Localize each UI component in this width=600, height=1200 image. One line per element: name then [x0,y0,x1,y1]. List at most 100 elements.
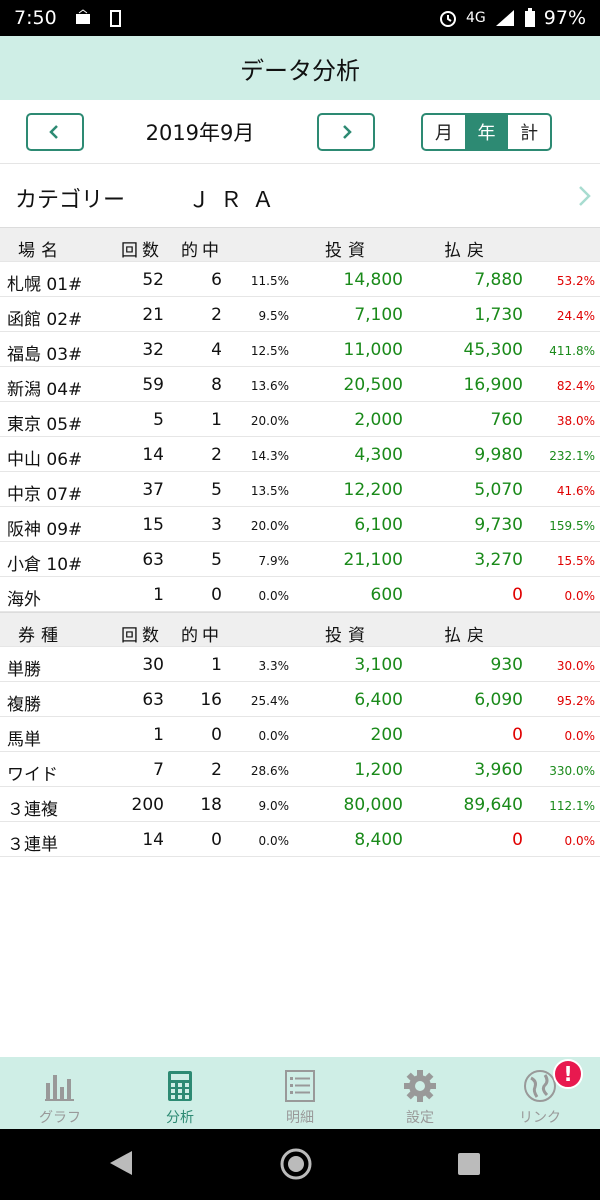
venue-row: 小倉 10# 63 5 7.9% 21,100 3,270 15.5% [0,542,600,577]
month-navigation: 2019年9月 月 年 計 [0,100,600,164]
row-investment: 11,000 [343,340,403,360]
row-hit: 5 [211,480,222,500]
row-investment: 8,400 [354,830,403,850]
row-hit-rate: 0.0% [258,589,290,603]
row-hit-rate: 20.0% [250,519,289,533]
recents-icon[interactable] [457,1152,481,1176]
row-hit: 2 [211,445,222,465]
row-hit: 16 [200,690,222,710]
row-count: 21 [142,305,164,325]
row-return-rate: 15.5% [556,554,595,568]
row-count: 7 [153,760,164,780]
current-month: 2019年9月 [145,121,255,145]
row-hit: 3 [211,515,222,535]
row-count: 32 [142,340,164,360]
venue-row: 中山 06# 14 2 14.3% 4,300 9,980 232.1% [0,437,600,472]
period-total-option[interactable]: 計 [508,115,550,149]
ticket-type-row: 複勝 63 16 25.4% 6,400 6,090 95.2% [0,682,600,717]
row-return: 45,300 [463,340,523,360]
chevron-left-icon [49,125,58,139]
venue-row: 函館 02# 21 2 9.5% 7,100 1,730 24.4% [0,297,600,332]
row-hit-rate: 28.6% [250,764,289,778]
row-name: 単勝 [7,660,41,680]
period-month-option[interactable]: 月 [423,115,465,149]
row-hit-rate: 25.4% [250,694,289,708]
tab-analysis[interactable]: 分析 [120,1057,240,1129]
row-return-rate: 53.2% [556,274,595,288]
header-hit: 的中 [181,626,223,646]
row-hit-rate: 3.3% [258,659,290,673]
row-count: 1 [153,725,164,745]
globe-icon [524,1070,556,1102]
back-icon[interactable] [108,1149,134,1177]
tab-label: 設定 [406,1110,434,1126]
row-name: ３連複 [7,800,58,820]
row-investment: 600 [370,585,403,605]
notification-badge: ! [553,1059,583,1089]
row-name: 中京 07# [7,485,83,505]
row-investment: 20,500 [343,375,403,395]
row-return: 7,880 [474,270,523,290]
venue-row: 東京 05# 5 1 20.0% 2,000 760 38.0% [0,402,600,437]
row-count: 63 [142,550,164,570]
row-return: 89,640 [463,795,523,815]
row-return-rate: 0.0% [564,729,596,743]
row-investment: 200 [370,725,403,745]
row-return-rate: 411.8% [549,344,595,358]
row-hit: 0 [211,725,222,745]
row-name: 札幌 01# [7,275,83,295]
gear-icon [404,1070,436,1102]
tab-graph[interactable]: グラフ [0,1057,120,1129]
row-return: 0 [512,585,523,605]
row-investment: 2,000 [354,410,403,430]
tab-label: リンク [519,1110,561,1126]
header-count: 回数 [121,626,163,646]
network-type: 4G [466,10,486,26]
row-name: 新潟 04# [7,380,83,400]
home-icon[interactable] [279,1147,313,1181]
venue-row: 阪神 09# 15 3 20.0% 6,100 9,730 159.5% [0,507,600,542]
period-year-option[interactable]: 年 [464,115,509,149]
tab-label: グラフ [39,1110,81,1126]
next-month-button[interactable] [317,113,375,151]
row-hit-rate: 13.5% [250,484,289,498]
row-hit-rate: 14.3% [250,449,289,463]
row-hit-rate: 0.0% [258,834,290,848]
ticket-type-table: 券種 回数 的中 投資 払戻 単勝 30 1 3.3% 3,100 930 30.0% 複勝 6… [0,612,600,857]
ticket-type-row: 馬単 1 0 0.0% 200 0 0.0% [0,717,600,752]
row-return: 16,900 [463,375,523,395]
row-name: 馬単 [7,730,41,750]
tab-links[interactable]: リンク ! [480,1057,600,1129]
row-hit: 4 [211,340,222,360]
calculator-icon [168,1071,192,1101]
row-investment: 7,100 [354,305,403,325]
row-return: 3,270 [474,550,523,570]
prev-month-button[interactable] [26,113,84,151]
row-return: 9,730 [474,515,523,535]
header-venue: 場名 [18,241,64,261]
tab-settings[interactable]: 設定 [360,1057,480,1129]
row-count: 14 [142,445,164,465]
header-return: 払戻 [444,241,490,261]
header-count: 回数 [121,241,163,261]
row-hit-rate: 12.5% [250,344,289,358]
row-return: 5,070 [474,480,523,500]
category-selector[interactable]: カテゴリー ＪＲＡ [0,164,600,227]
row-count: 5 [153,410,164,430]
signal-icon [495,10,514,26]
venue-row: 新潟 04# 59 8 13.6% 20,500 16,900 82.4% [0,367,600,402]
notification-icon [75,9,90,24]
venue-table: 場名 回数 的中 投資 払戻 札幌 01# 52 6 11.5% 14,800 7,880… [0,227,600,612]
header-hit: 的中 [181,241,223,261]
row-investment: 21,100 [343,550,403,570]
category-label: カテゴリー [15,188,126,213]
row-investment: 6,100 [354,515,403,535]
tab-details[interactable]: 明細 [240,1057,360,1129]
row-return-rate: 30.0% [556,659,595,673]
row-hit-rate: 9.5% [258,309,290,323]
ticket-type-row: ワイド 7 2 28.6% 1,200 3,960 330.0% [0,752,600,787]
row-hit-rate: 7.9% [258,554,290,568]
row-hit: 2 [211,305,222,325]
row-return: 0 [512,725,523,745]
venue-row: 札幌 01# 52 6 11.5% 14,800 7,880 53.2% [0,262,600,297]
